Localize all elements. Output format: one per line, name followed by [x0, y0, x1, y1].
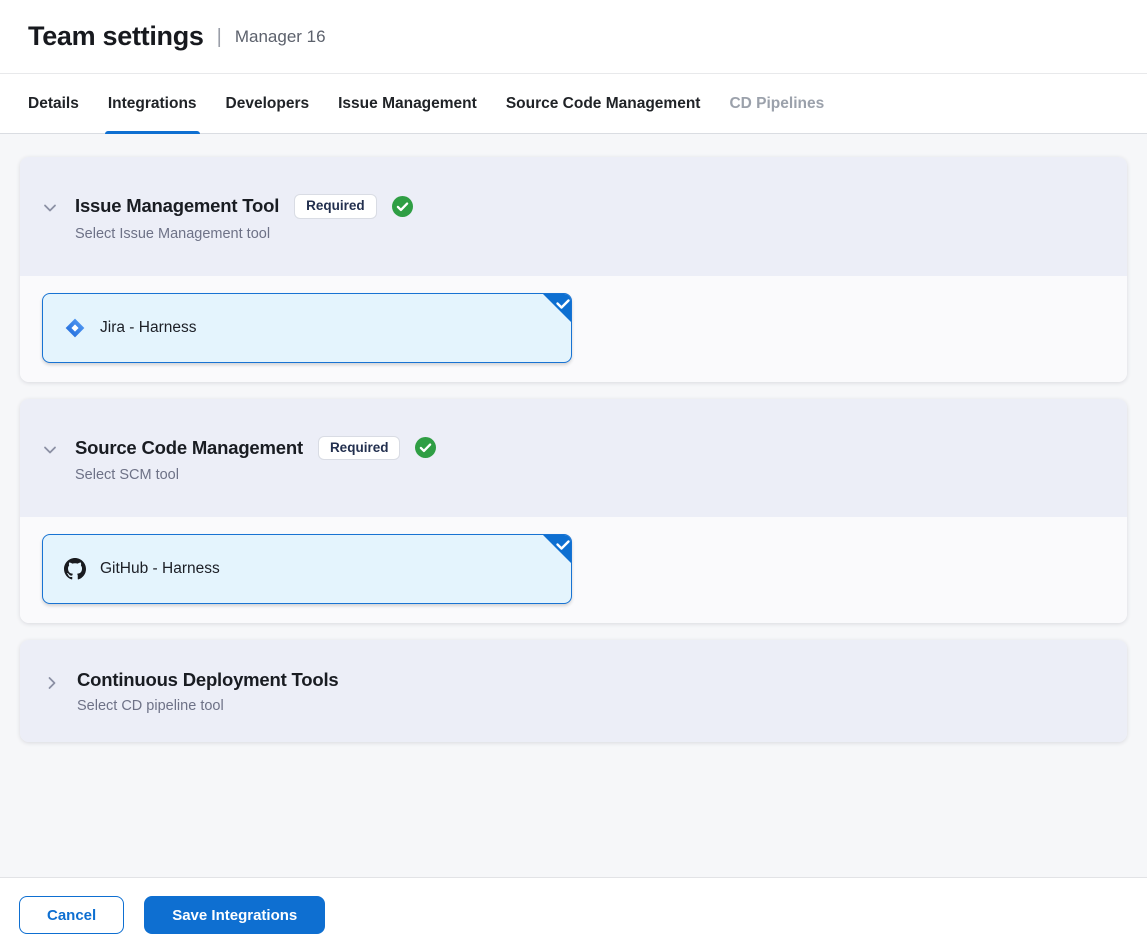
green-check-circle-icon: [415, 437, 436, 458]
tool-card-github-harness[interactable]: GitHub - Harness: [42, 534, 572, 604]
required-badge: Required: [294, 194, 377, 219]
tab-cd-pipelines: CD Pipelines: [729, 74, 824, 133]
cancel-button[interactable]: Cancel: [19, 896, 124, 934]
section-header-issue-management-tool[interactable]: Issue Management Tool Required Select Is…: [20, 157, 1127, 276]
chevron-right-icon: [44, 675, 60, 691]
section-body-issue-management-tool: Jira - Harness: [20, 276, 1127, 382]
chevron-down-icon: [42, 442, 58, 458]
page-header: Team settings | Manager 16: [0, 0, 1147, 74]
section-title: Continuous Deployment Tools: [77, 669, 338, 691]
footer-actions: Cancel Save Integrations: [0, 877, 1147, 952]
tab-issue-management[interactable]: Issue Management: [338, 74, 477, 133]
section-subtitle: Select Issue Management tool: [75, 226, 413, 242]
section-header-source-code-management[interactable]: Source Code Management Required Select S…: [20, 399, 1127, 518]
section-subtitle: Select CD pipeline tool: [77, 698, 338, 714]
section-subtitle: Select SCM tool: [75, 467, 436, 483]
tool-card-label: Jira - Harness: [100, 319, 196, 337]
section-header-continuous-deployment-tools[interactable]: Continuous Deployment Tools Select CD pi…: [20, 640, 1127, 742]
tool-card-label: GitHub - Harness: [100, 560, 220, 578]
section-source-code-management: Source Code Management Required Select S…: [20, 399, 1127, 624]
tool-card-jira-harness[interactable]: Jira - Harness: [42, 293, 572, 363]
section-title: Issue Management Tool: [75, 195, 279, 217]
github-icon: [64, 558, 86, 580]
team-settings-page: Team settings | Manager 16 Details Integ…: [0, 0, 1147, 952]
page-context-label: Manager 16: [235, 27, 326, 47]
tab-details[interactable]: Details: [28, 74, 79, 133]
tab-source-code-management[interactable]: Source Code Management: [506, 74, 701, 133]
page-title: Team settings: [28, 21, 204, 52]
green-check-circle-icon: [392, 196, 413, 217]
integrations-panel: Issue Management Tool Required Select Is…: [0, 134, 1147, 877]
required-badge: Required: [318, 436, 401, 461]
selected-corner-check-icon: [542, 293, 572, 323]
tab-integrations[interactable]: Integrations: [108, 74, 197, 133]
tab-developers[interactable]: Developers: [226, 74, 310, 133]
title-separator: |: [217, 26, 222, 49]
section-continuous-deployment-tools: Continuous Deployment Tools Select CD pi…: [20, 640, 1127, 742]
save-integrations-button[interactable]: Save Integrations: [144, 896, 325, 934]
selected-corner-check-icon: [542, 534, 572, 564]
section-title: Source Code Management: [75, 437, 303, 459]
section-issue-management-tool: Issue Management Tool Required Select Is…: [20, 157, 1127, 382]
section-body-source-code-management: GitHub - Harness: [20, 517, 1127, 623]
tab-bar: Details Integrations Developers Issue Ma…: [0, 74, 1147, 134]
jira-icon: [64, 317, 86, 339]
chevron-down-icon: [42, 200, 58, 216]
